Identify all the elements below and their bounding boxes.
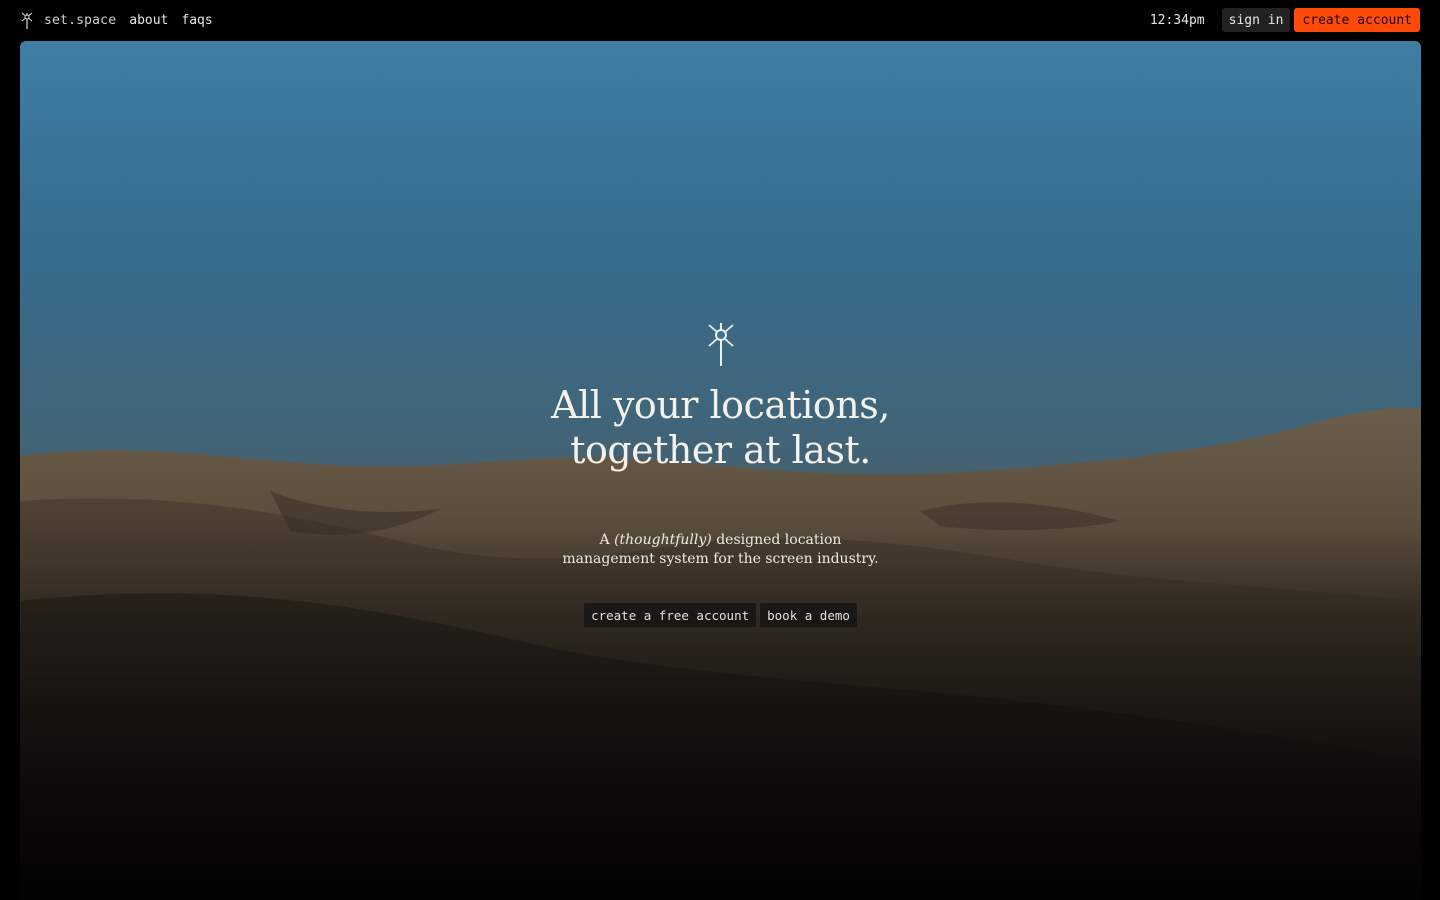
top-nav-bar: set.space about faqs 12:34pm sign in cre… <box>0 0 1440 40</box>
book-demo-button[interactable]: book a demo <box>760 603 857 627</box>
create-account-button[interactable]: create account <box>1294 8 1420 32</box>
hero-cta-group: create a free account book a demo <box>584 603 857 627</box>
tagline-line-2: management system for the screen industr… <box>562 551 879 567</box>
nav-left-group: set.space about faqs <box>20 10 213 30</box>
brand-name: set.space <box>44 12 117 28</box>
nav-link-about[interactable]: about <box>129 13 168 28</box>
hero-headline: All your locations, together at last. <box>551 383 890 473</box>
hero-section: All your locations, together at last. A … <box>20 41 1421 900</box>
hero-headline-line-1: All your locations, <box>551 383 890 427</box>
nav-link-faqs[interactable]: faqs <box>181 13 212 28</box>
nav-right-group: 12:34pm sign in create account <box>1150 8 1420 32</box>
create-free-account-button[interactable]: create a free account <box>584 603 757 627</box>
sparkle-star-icon <box>704 321 738 367</box>
tagline-prefix: A <box>599 532 615 548</box>
tagline-emphasis: (thoughtfully) <box>614 532 712 548</box>
sparkle-star-icon <box>20 10 34 30</box>
brand-home-link[interactable]: set.space <box>20 10 116 30</box>
local-time-clock: 12:34pm <box>1149 12 1205 28</box>
hero-tagline: A (thoughtfully) designed location manag… <box>562 531 878 569</box>
hero-headline-line-2: together at last. <box>570 428 871 472</box>
hero-content: All your locations, together at last. A … <box>20 321 1421 627</box>
sign-in-button[interactable]: sign in <box>1221 8 1291 32</box>
tagline-line-1: designed location <box>711 532 842 548</box>
